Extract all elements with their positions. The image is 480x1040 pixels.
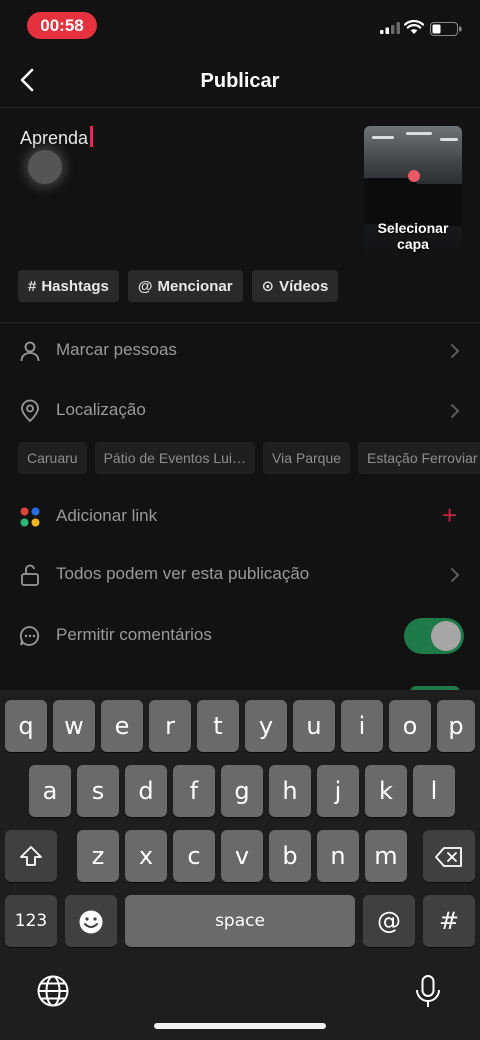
key-h[interactable]: h xyxy=(269,765,311,817)
videos-label: Vídeos xyxy=(279,277,329,295)
play-circle-icon: ⊙ xyxy=(261,278,275,295)
comment-icon xyxy=(19,626,40,646)
top-bar: Publicar xyxy=(0,52,480,108)
key-u[interactable]: u xyxy=(293,700,335,752)
key-d[interactable]: d xyxy=(125,765,167,817)
apps-grid-icon xyxy=(20,507,40,527)
wifi-icon xyxy=(404,20,424,34)
mention-label: Mencionar xyxy=(157,277,233,295)
key-z[interactable]: z xyxy=(77,830,119,882)
privacy-label: Todos podem ver esta publicação xyxy=(56,564,310,583)
key-v[interactable]: v xyxy=(221,830,263,882)
ceiling-light xyxy=(372,136,394,139)
hashtags-label: Hashtags xyxy=(41,277,109,295)
space-key[interactable]: space xyxy=(125,895,355,947)
videos-chip[interactable]: ⊙ Vídeos xyxy=(251,270,339,302)
key-b[interactable]: b xyxy=(269,830,311,882)
location-suggestions: Caruaru Pátio de Eventos Lui… Via Parque… xyxy=(18,442,480,474)
location-chip[interactable]: Via Parque xyxy=(263,442,351,474)
numbers-key[interactable]: 123 xyxy=(5,895,57,947)
loading-indicator xyxy=(28,150,62,184)
key-x[interactable]: x xyxy=(125,830,167,882)
shift-key[interactable] xyxy=(5,830,57,882)
key-r[interactable]: r xyxy=(149,700,191,752)
key-l[interactable]: l xyxy=(413,765,455,817)
tag-people-label: Marcar pessoas xyxy=(56,340,177,359)
key-i[interactable]: i xyxy=(341,700,383,752)
key-o[interactable]: o xyxy=(389,700,431,752)
divider xyxy=(0,322,480,323)
toggle-knob xyxy=(431,621,461,651)
page-title: Publicar xyxy=(200,70,280,92)
mention-chip[interactable]: @ Mencionar xyxy=(127,270,243,302)
emoji-key[interactable] xyxy=(65,895,117,947)
allow-comments-toggle[interactable] xyxy=(404,618,464,654)
home-indicator xyxy=(154,1023,326,1029)
key-s[interactable]: s xyxy=(77,765,119,817)
caption-input[interactable]: Aprenda xyxy=(20,126,94,149)
key-y[interactable]: y xyxy=(245,700,287,752)
hashtag-icon: # xyxy=(28,277,37,295)
plus-icon[interactable]: + xyxy=(442,502,457,528)
location-chip[interactable]: Pátio de Eventos Lui… xyxy=(94,442,256,474)
backspace-icon xyxy=(435,847,462,867)
microphone-icon[interactable] xyxy=(414,974,442,1010)
caption-tools: # Hashtags @ Mencionar ⊙ Vídeos xyxy=(18,270,339,302)
select-cover-label: Selecionar capa xyxy=(377,220,449,252)
person-icon xyxy=(20,341,40,362)
allow-comments-label: Permitir comentários xyxy=(56,625,212,644)
chevron-right-icon xyxy=(451,344,460,358)
hashtags-chip[interactable]: # Hashtags xyxy=(18,270,119,302)
add-link-row[interactable]: Adicionar link + xyxy=(0,492,480,542)
privacy-row[interactable]: Todos podem ver esta publicação xyxy=(0,550,480,600)
key-k[interactable]: k xyxy=(365,765,407,817)
status-time: 00:58 xyxy=(27,12,97,39)
key-p[interactable]: p xyxy=(437,700,475,752)
select-cover-button[interactable]: Selecionar capa xyxy=(364,126,462,256)
globe-icon[interactable] xyxy=(36,974,70,1008)
chevron-right-icon xyxy=(451,568,460,582)
shift-icon xyxy=(20,846,42,866)
key-m[interactable]: m xyxy=(365,830,407,882)
status-bar: 00:58 xyxy=(0,0,480,52)
key-e[interactable]: e xyxy=(101,700,143,752)
at-icon: @ xyxy=(137,277,153,295)
at-key[interactable]: @ xyxy=(363,895,415,947)
key-w[interactable]: w xyxy=(53,700,95,752)
key-f[interactable]: f xyxy=(173,765,215,817)
key-g[interactable]: g xyxy=(221,765,263,817)
text-cursor xyxy=(90,126,94,147)
ceiling-light xyxy=(440,138,458,141)
location-row[interactable]: Localização xyxy=(0,386,480,436)
emoji-icon xyxy=(79,910,103,934)
ceiling-light xyxy=(406,132,432,135)
key-j[interactable]: j xyxy=(317,765,359,817)
balloon-shape xyxy=(408,170,420,182)
location-chip[interactable]: Estação Ferroviar xyxy=(358,442,480,474)
location-chip[interactable]: Caruaru xyxy=(18,442,87,474)
key-t[interactable]: t xyxy=(197,700,239,752)
unlock-icon xyxy=(21,564,39,586)
key-c[interactable]: c xyxy=(173,830,215,882)
key-a[interactable]: a xyxy=(29,765,71,817)
key-q[interactable]: q xyxy=(5,700,47,752)
key-n[interactable]: n xyxy=(317,830,359,882)
caption-text: Aprenda xyxy=(20,128,89,148)
location-pin-icon xyxy=(21,399,39,423)
add-link-label: Adicionar link xyxy=(56,506,158,525)
hash-key[interactable]: # xyxy=(423,895,475,947)
chevron-right-icon xyxy=(451,404,460,418)
location-label: Localização xyxy=(56,400,146,419)
backspace-key[interactable] xyxy=(423,830,475,882)
signal-icon xyxy=(380,22,400,34)
battery-icon xyxy=(430,22,462,36)
tag-people-row[interactable]: Marcar pessoas xyxy=(0,326,480,376)
